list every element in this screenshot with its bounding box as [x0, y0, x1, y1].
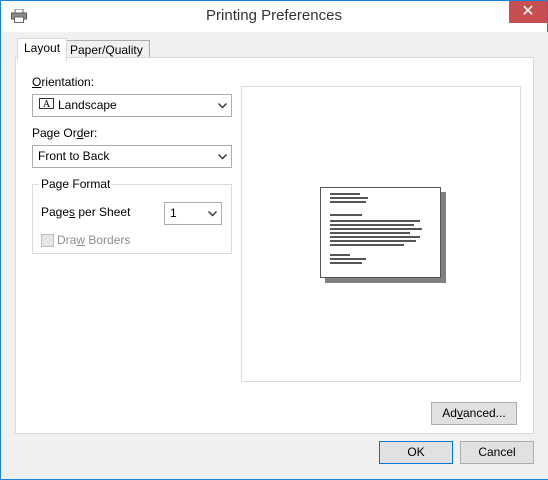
- close-button[interactable]: ✕: [509, 1, 547, 23]
- title-bar: Printing Preferences ✕: [1, 1, 547, 32]
- orientation-dropdown[interactable]: A Landscape: [32, 94, 232, 117]
- page-order-dropdown[interactable]: Front to Back: [32, 145, 232, 168]
- page-format-legend: Page Format: [39, 177, 113, 191]
- chevron-down-icon: [217, 146, 227, 167]
- layout-preview: [241, 86, 521, 382]
- page-order-label: Page Order:: [32, 126, 98, 140]
- ok-button[interactable]: OK: [379, 441, 453, 464]
- window-title: Printing Preferences: [206, 7, 342, 24]
- tab-label: Layout: [24, 41, 61, 55]
- pages-per-sheet-value: 1: [170, 206, 177, 220]
- page-order-value: Front to Back: [38, 149, 110, 163]
- landscape-page-icon: A: [39, 95, 54, 116]
- layout-tab-panel: Orientation: A Landscape Page Order: Fro…: [15, 57, 534, 434]
- dialog-client: Layout Paper/Quality Orientation: A Land…: [2, 32, 548, 479]
- chevron-down-icon: [217, 95, 227, 116]
- advanced-button[interactable]: Advanced...: [431, 402, 517, 425]
- orientation-value: Landscape: [58, 98, 117, 112]
- draw-borders-label: Draw Borders: [57, 233, 131, 247]
- close-icon: ✕: [521, 3, 535, 20]
- draw-borders-checkbox[interactable]: [41, 234, 54, 247]
- tab-label: Paper/Quality: [70, 43, 143, 57]
- orientation-label: Orientation:: [32, 75, 95, 89]
- pages-per-sheet-label: Pages per Sheet: [41, 205, 131, 219]
- chevron-down-icon: [207, 203, 217, 224]
- cancel-button[interactable]: Cancel: [460, 441, 534, 464]
- printing-preferences-dialog: Printing Preferences ✕ Layout Paper/Qual…: [0, 0, 548, 480]
- svg-text:A: A: [42, 100, 50, 109]
- page-preview-image: [320, 187, 441, 278]
- page-format-group: Page Format Pages per Sheet 1 Draw Borde…: [32, 177, 232, 254]
- tab-layout[interactable]: Layout: [17, 38, 68, 61]
- pages-per-sheet-dropdown[interactable]: 1: [164, 202, 222, 225]
